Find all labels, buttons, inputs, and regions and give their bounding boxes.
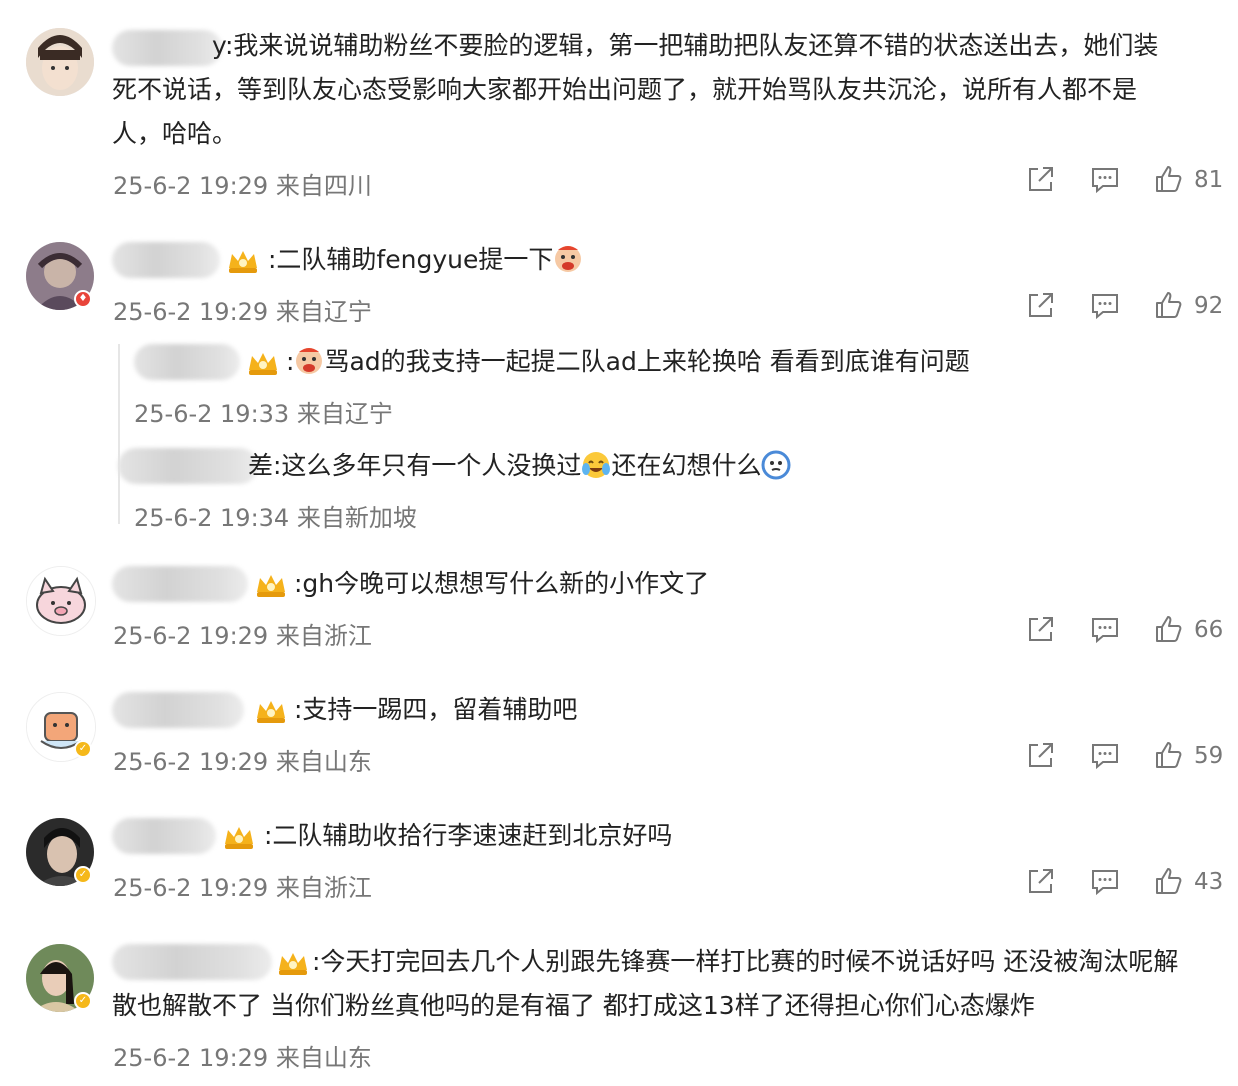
comment-actions: 43 xyxy=(998,866,1238,898)
like-count: 59 xyxy=(1194,743,1224,769)
username-blurred[interactable] xyxy=(112,30,222,66)
fan-crown-icon xyxy=(254,698,288,724)
verified-badge: ♦ xyxy=(74,290,92,308)
thumbs-up-icon xyxy=(1156,616,1182,642)
comment-text: :二队辅助收拾行李速速赶到北京好吗 xyxy=(264,821,673,850)
comment-actions: 59 xyxy=(998,740,1238,772)
like-button[interactable] xyxy=(1154,164,1184,196)
comment-button[interactable] xyxy=(1090,866,1120,898)
reply-timestamp-location: 25-6-2 19:34 来自新加坡 xyxy=(134,504,417,532)
like-button[interactable] xyxy=(1154,866,1184,898)
like-button[interactable] xyxy=(1154,740,1184,772)
comment-text: :gh今晚可以想想写什么新的小作文了 xyxy=(294,569,710,598)
fan-crown-icon xyxy=(254,572,288,598)
share-icon xyxy=(1029,617,1053,641)
comment-button[interactable] xyxy=(1090,740,1120,772)
comment-icon xyxy=(1092,744,1118,770)
like-count: 81 xyxy=(1194,167,1224,193)
reply-text: : 骂ad的我支持一起提二队ad上来轮换哈 看看到底谁有问题 xyxy=(286,346,970,376)
comment-text: 散也解散不了 当你们粉丝真他吗的是有福了 都打成这13样了还得担心你们心态爆炸 xyxy=(112,991,1035,1020)
like-count: 92 xyxy=(1194,293,1224,319)
verified-badge: ✓ xyxy=(74,740,92,758)
share-icon xyxy=(1029,167,1053,191)
comment-timestamp-location: 25-6-2 19:29 来自四川 xyxy=(113,172,372,200)
username-blurred[interactable] xyxy=(118,448,258,484)
comment-icon xyxy=(1092,294,1118,320)
username-blurred[interactable] xyxy=(112,944,272,980)
share-icon xyxy=(1029,293,1053,317)
comment-text: :今天打完回去几个人别跟先锋赛一样打比赛的时候不说话好吗 还没被淘汰呢解 xyxy=(312,947,1179,976)
comment-timestamp-location: 25-6-2 19:29 来自浙江 xyxy=(113,874,372,902)
verified-badge: ✓ xyxy=(74,992,92,1010)
comment-icon xyxy=(1092,870,1118,896)
reply-timestamp-location: 25-6-2 19:33 来自辽宁 xyxy=(134,400,393,428)
share-button[interactable] xyxy=(1026,290,1056,322)
reply-text: 差:这么多年只有一个人没换过 还在幻想什么 xyxy=(248,444,791,488)
comment-button[interactable] xyxy=(1090,290,1120,322)
comment-text: 人，哈哈。 xyxy=(112,119,238,148)
comment-icon xyxy=(1092,618,1118,644)
username-blurred[interactable] xyxy=(112,242,220,278)
crying-emoji-icon xyxy=(294,346,324,376)
comment-button[interactable] xyxy=(1090,164,1120,196)
comment-actions: 92 xyxy=(998,290,1238,322)
share-button[interactable] xyxy=(1026,866,1056,898)
thumbs-up-icon xyxy=(1156,166,1182,192)
thumbs-up-icon xyxy=(1156,868,1182,894)
username-blurred[interactable] xyxy=(112,692,244,728)
fan-crown-icon xyxy=(246,350,280,376)
comment-timestamp-location: 25-6-2 19:29 来自浙江 xyxy=(113,622,372,650)
comment-button[interactable] xyxy=(1090,614,1120,646)
fan-crown-icon xyxy=(276,950,310,976)
comment-timestamp-location: 25-6-2 19:29 来自山东 xyxy=(113,1044,372,1072)
like-count: 43 xyxy=(1194,869,1224,895)
share-button[interactable] xyxy=(1026,614,1056,646)
share-button[interactable] xyxy=(1026,740,1056,772)
username-blurred[interactable] xyxy=(112,566,248,602)
thumbs-up-icon xyxy=(1156,292,1182,318)
comment-icon xyxy=(1092,168,1118,194)
verified-badge: ✓ xyxy=(74,866,92,884)
fan-crown-icon xyxy=(226,248,260,274)
username-blurred[interactable] xyxy=(112,818,216,854)
like-count: 66 xyxy=(1194,617,1224,643)
share-icon xyxy=(1029,869,1053,893)
avatar[interactable] xyxy=(26,28,94,96)
comment-text: :支持一踢四，留着辅助吧 xyxy=(294,695,578,724)
avatar[interactable] xyxy=(26,566,96,636)
username-blurred[interactable] xyxy=(134,344,240,380)
crying-emoji-icon xyxy=(553,244,583,274)
comment-timestamp-location: 25-6-2 19:29 来自山东 xyxy=(113,748,372,776)
comment-text: y:我来说说辅助粉丝不要脸的逻辑，第一把辅助把队友还算不错的状态送出去，她们装 xyxy=(212,31,1159,60)
thumbs-up-icon xyxy=(1156,742,1182,768)
thinking-emoji-icon xyxy=(761,450,791,480)
share-icon xyxy=(1029,743,1053,767)
comment-timestamp-location: 25-6-2 19:29 来自辽宁 xyxy=(113,298,372,326)
comment-text: 死不说话，等到队友心态受影响大家都开始出问题了，就开始骂队友共沉沦，说所有人都不… xyxy=(112,75,1138,104)
comment-actions: 81 xyxy=(998,164,1238,196)
like-button[interactable] xyxy=(1154,614,1184,646)
fan-crown-icon xyxy=(222,824,256,850)
like-button[interactable] xyxy=(1154,290,1184,322)
comment-actions: 66 xyxy=(998,614,1238,646)
share-button[interactable] xyxy=(1026,164,1056,196)
comment-text: :二队辅助fengyue提一下 xyxy=(268,238,583,282)
reply-thread-divider xyxy=(118,344,120,524)
laughing-crying-emoji-icon xyxy=(581,450,611,480)
